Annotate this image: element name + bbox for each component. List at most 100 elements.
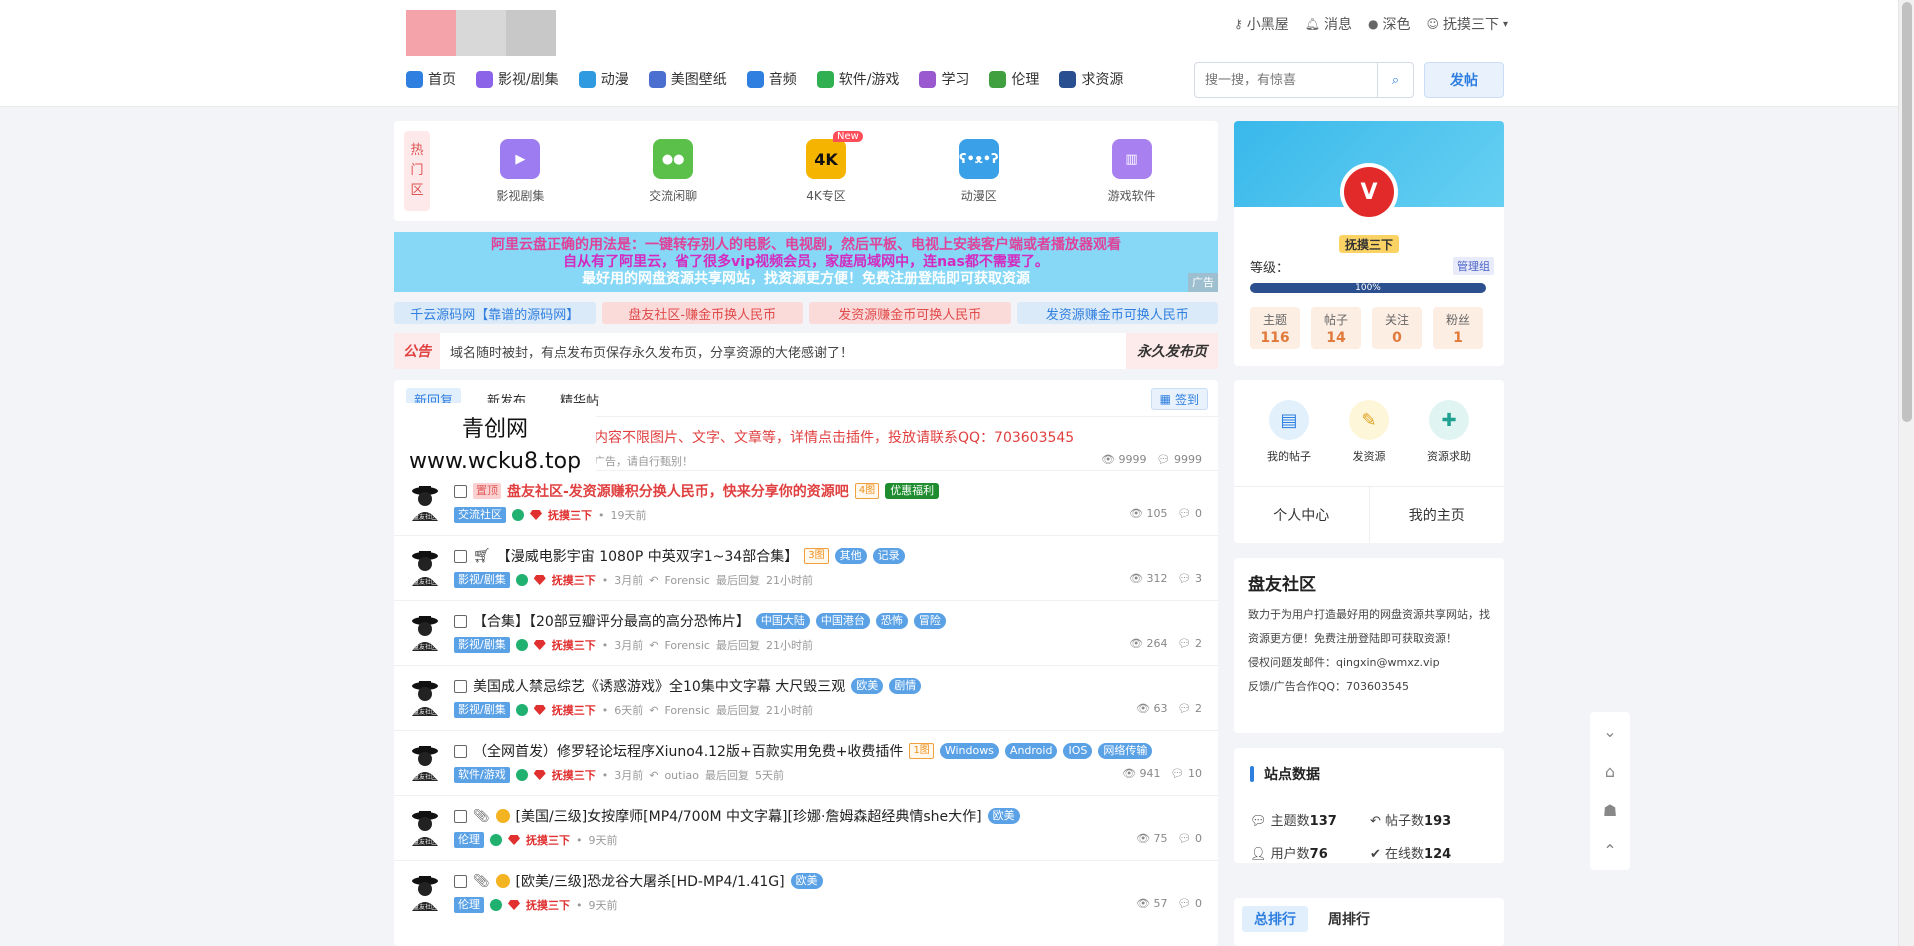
thread-title[interactable]: 美国成人禁忌综艺《诱惑游戏》全10集中文字幕 大尺毁三观 (473, 676, 845, 696)
thread-title[interactable]: 【漫威电影宇宙 1080P 中英双字1~34部合集】 (497, 546, 798, 566)
chevron-down-icon[interactable]: ⌄ (1590, 712, 1630, 752)
avatar[interactable]: 盘友社区 (410, 743, 440, 781)
table-row[interactable]: 盘友社区 美国成人禁忌综艺《诱惑游戏》全10集中文字幕 大尺毁三观 欧美 剧情影视/剧… (394, 665, 1218, 730)
rank-tab-2[interactable]: 周排行 (1316, 906, 1382, 932)
thread-tag[interactable]: 冒险 (913, 613, 946, 629)
author-name[interactable]: 抚摸三下 (552, 767, 596, 783)
avatar[interactable]: 盘友社区 (410, 613, 440, 651)
select-checkbox[interactable] (454, 874, 467, 888)
category-tag[interactable]: 影视/剧集 (454, 572, 510, 588)
category-tag[interactable]: 交流社区 (454, 507, 506, 523)
thread-tag[interactable]: 恐怖 (875, 613, 908, 629)
thread-title[interactable]: [美国/三级]女按摩师[MP4/700M 中文字幕][珍娜·詹姆森超经典情she… (516, 806, 982, 826)
scrollbar-thumb[interactable] (1902, 2, 1912, 422)
table-row[interactable]: 盘友社区 【合集】【20部豆瓣评分最高的高分恐怖片】 中国大陆 中国港台 恐怖 冒险影视/… (394, 600, 1218, 665)
last-reply-user[interactable]: outiao (664, 769, 699, 782)
profile-stat-2[interactable]: 帖子 14 (1311, 307, 1361, 349)
last-reply-user[interactable]: Forensic (664, 704, 710, 717)
search-input[interactable] (1195, 63, 1377, 97)
category-tag[interactable]: 影视/剧集 (454, 702, 510, 718)
page-scrollbar[interactable] (1898, 0, 1914, 946)
table-row[interactable]: 盘友社区 📎︎ [美国/三级]女按摩师[MP4/700M 中文字幕][珍娜·詹姆森超… (394, 795, 1218, 860)
top-link-3[interactable]: ● 深色 (1368, 14, 1410, 34)
qq-icon[interactable]: ☗ (1590, 791, 1630, 831)
top-link-4[interactable]: ☺ 抚摸三下 ▾ (1426, 14, 1508, 34)
last-reply-user[interactable]: Forensic (664, 639, 710, 652)
nav-item-4[interactable]: 美图壁纸 (648, 66, 727, 92)
quick-action-1[interactable]: ▤ 我的帖子 (1249, 400, 1329, 464)
top-link-1[interactable]: ⚷ 小黑屋 (1234, 14, 1289, 34)
author-name[interactable]: 抚摸三下 (526, 897, 570, 913)
category-tag[interactable]: 软件/游戏 (454, 767, 510, 783)
hot-item-3[interactable]: 4K New 4K专区 (771, 131, 881, 211)
profile-stat-4[interactable]: 粉丝 1 (1433, 307, 1483, 349)
author-name[interactable]: 抚摸三下 (552, 702, 596, 718)
avatar[interactable]: 盘友社区 (410, 678, 440, 716)
home-icon[interactable]: ⌂ (1590, 752, 1630, 792)
select-checkbox[interactable] (454, 549, 467, 563)
permanent-page-link[interactable]: 永久发布页 (1126, 333, 1218, 369)
thread-tag[interactable]: 中国大陆 (755, 613, 810, 629)
table-row[interactable]: 盘友社区 📎︎ [欧美/三级]恐龙谷大屠杀[HD-MP4/1.41G] 欧美 伦理 抚摸三… (394, 860, 1218, 925)
category-tag[interactable]: 影视/剧集 (454, 637, 510, 653)
post-button[interactable]: 发帖 (1424, 62, 1504, 98)
nav-item-9[interactable]: 求资源 (1059, 66, 1123, 92)
category-tag[interactable]: 伦理 (454, 832, 484, 848)
my-home-link[interactable]: 我的主页 (1370, 487, 1505, 543)
friend-link-3[interactable]: 发资源赚金币可换人民币 (809, 302, 1011, 324)
hot-item-1[interactable]: ▶ 影视剧集 (465, 131, 575, 211)
category-tag[interactable]: 伦理 (454, 897, 484, 913)
thread-title[interactable]: 【合集】【20部豆瓣评分最高的高分恐怖片】 (473, 611, 750, 631)
select-checkbox[interactable] (454, 679, 467, 693)
author-name[interactable]: 抚摸三下 (548, 507, 592, 523)
thread-title[interactable]: （全网首发）修罗轻论坛程序Xiuno4.12版+百款实用免费+收费插件 (473, 741, 903, 761)
hot-item-5[interactable]: ▥ 游戏软件 (1077, 131, 1187, 211)
top-link-2[interactable]: 🔔︎ 消息 (1305, 14, 1352, 34)
friend-link-1[interactable]: 千云源码网【靠谱的源码网】 (394, 302, 596, 324)
hot-item-2[interactable]: ●● 交流闲聊 (618, 131, 728, 211)
profile-stat-3[interactable]: 关注 0 (1372, 307, 1422, 349)
ad-banner[interactable]: 阿里云盘正确的用法是：一键转存别人的电影、电视剧，然后平板、电视上安装客户端或者… (394, 232, 1218, 292)
sign-in-button[interactable]: ▦ 签到 (1150, 388, 1208, 410)
thread-tag[interactable]: 中国港台 (815, 613, 870, 629)
thread-tag[interactable]: Windows (939, 743, 999, 759)
table-row[interactable]: 盘友社区 🛒︎ 【漫威电影宇宙 1080P 中英双字1~34部合集】 3图 其他 记录 影视… (394, 535, 1218, 600)
thread-tag[interactable]: 剧情 (889, 678, 922, 694)
thread-tag[interactable]: 记录 (872, 548, 905, 564)
quick-action-3[interactable]: ✚ 资源求助 (1409, 400, 1489, 464)
avatar[interactable]: 盘友社区 (410, 873, 440, 911)
promo-tag[interactable]: 优惠福利 (885, 483, 940, 499)
thread-title[interactable]: [欧美/三级]恐龙谷大屠杀[HD-MP4/1.41G] (516, 871, 785, 891)
nav-item-6[interactable]: 软件/游戏 (816, 66, 899, 92)
select-checkbox[interactable] (454, 744, 467, 758)
avatar[interactable]: 盘友社区 (410, 548, 440, 586)
select-checkbox[interactable] (454, 809, 467, 823)
thread-tag[interactable]: 欧美 (790, 873, 823, 889)
site-logo[interactable] (406, 10, 556, 56)
nav-item-1[interactable]: 首页 (406, 66, 456, 92)
nav-item-8[interactable]: 伦理 (989, 66, 1039, 92)
last-reply-user[interactable]: Forensic (664, 574, 710, 587)
avatar[interactable]: 盘友社区 (410, 483, 440, 521)
friend-link-2[interactable]: 盘友社区-赚金币换人民币 (601, 302, 803, 324)
select-checkbox[interactable] (454, 614, 467, 628)
nav-item-5[interactable]: 音频 (746, 66, 797, 92)
friend-link-4[interactable]: 发资源赚金币可换人民币 (1016, 302, 1218, 324)
select-checkbox[interactable] (454, 484, 467, 498)
quick-action-2[interactable]: ✎ 发资源 (1329, 400, 1409, 464)
search-button[interactable]: ⌕ (1377, 63, 1413, 97)
author-name[interactable]: 抚摸三下 (552, 572, 596, 588)
thread-tag[interactable]: 欧美 (851, 678, 884, 694)
thread-title[interactable]: 盘友社区-发资源赚积分换人民币，快来分享你的资源吧 (507, 481, 849, 501)
thread-tag[interactable]: IOS (1063, 743, 1093, 759)
nav-item-2[interactable]: 影视/剧集 (476, 66, 559, 92)
chevron-up-icon[interactable]: ⌃ (1590, 831, 1630, 871)
author-name[interactable]: 抚摸三下 (552, 637, 596, 653)
author-name[interactable]: 抚摸三下 (526, 832, 570, 848)
thread-tag[interactable]: Android (1004, 743, 1058, 759)
thread-tag[interactable]: 网络传输 (1098, 743, 1153, 759)
nav-item-3[interactable]: 动漫 (578, 66, 629, 92)
rank-tab-1[interactable]: 总排行 (1242, 906, 1308, 932)
hot-item-4[interactable]: ʕ•ᴥ•ʔ 动漫区 (924, 131, 1034, 211)
thread-tag[interactable]: 其他 (834, 548, 867, 564)
